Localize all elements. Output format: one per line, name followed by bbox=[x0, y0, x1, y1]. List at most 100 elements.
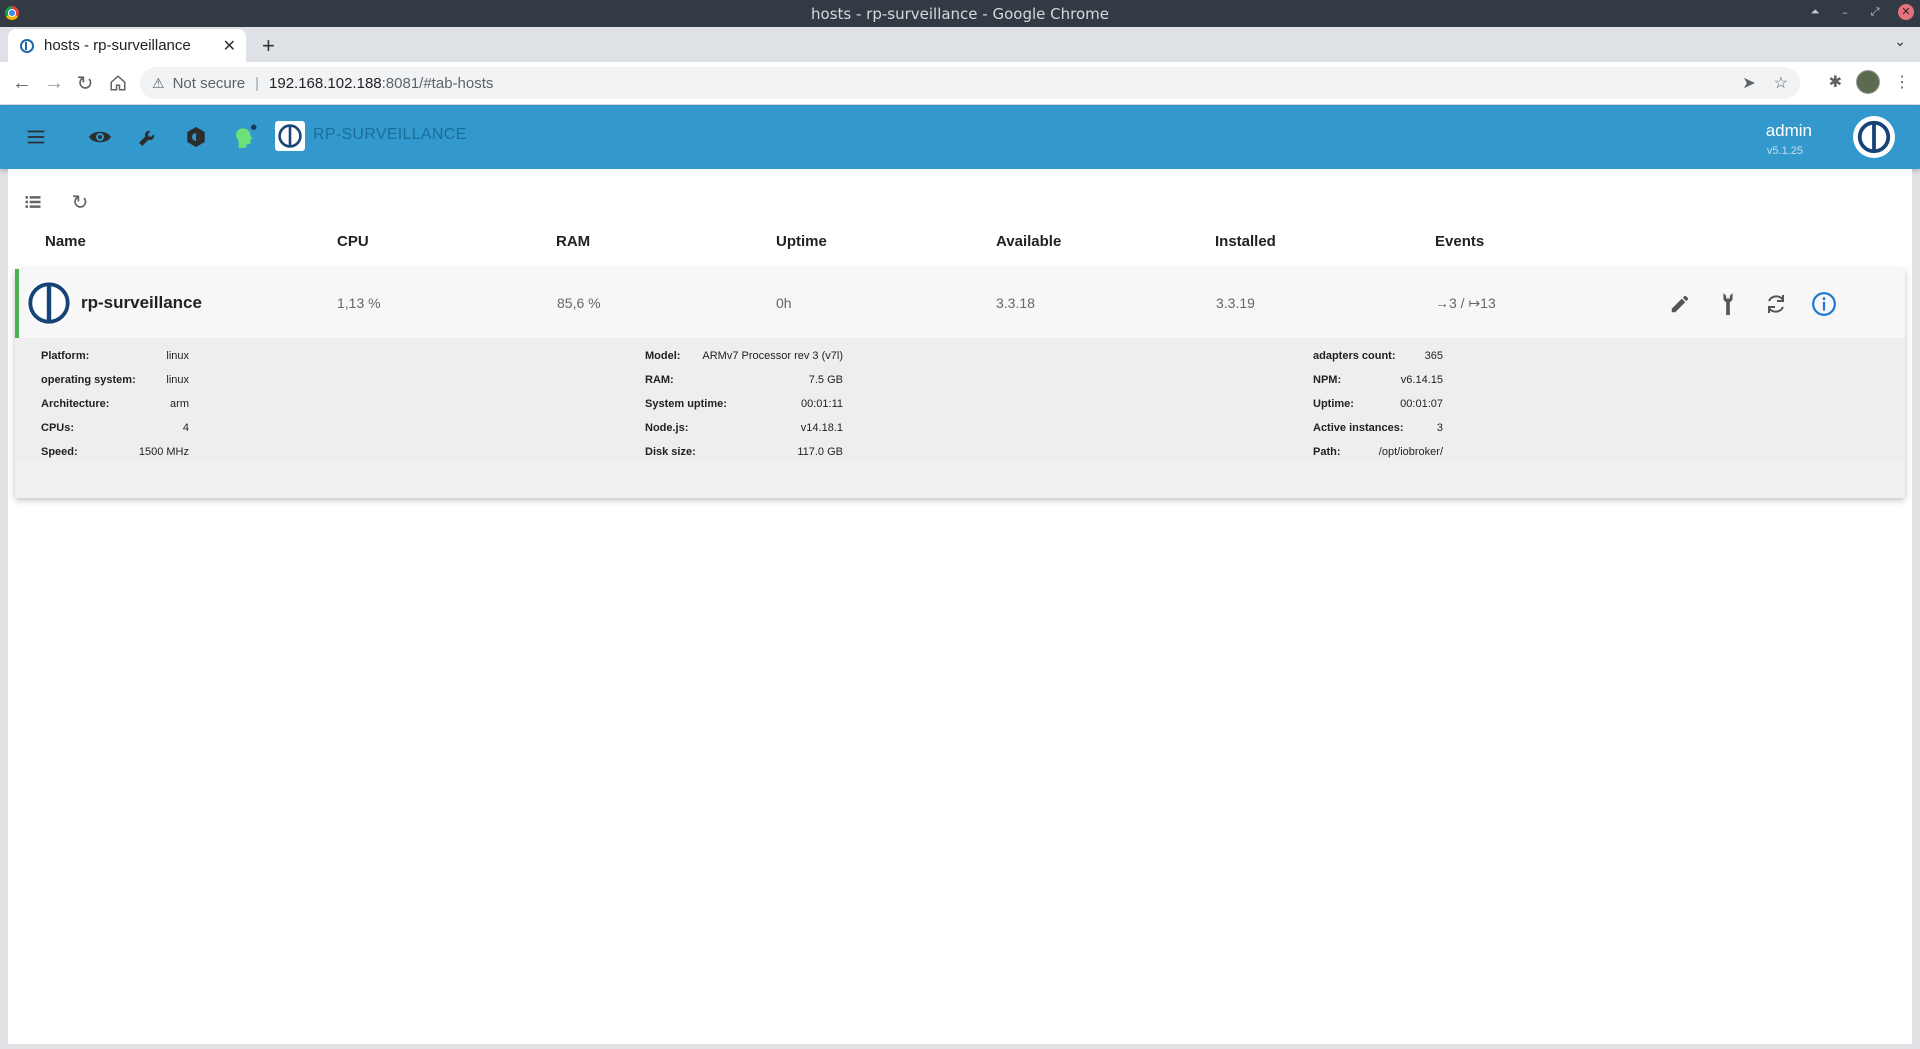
detail-key: Uptime: bbox=[1313, 398, 1354, 410]
detail-key: NPM: bbox=[1313, 374, 1342, 386]
col-name: Name bbox=[45, 233, 86, 250]
bookmark-star-icon[interactable]: ☆ bbox=[1774, 73, 1788, 93]
extensions-icon[interactable]: ✱ bbox=[1829, 72, 1842, 92]
table-header: Name CPU RAM Uptime Available Installed … bbox=[8, 233, 1912, 257]
detail-row: Uptime: 00:01:07 bbox=[1313, 398, 1443, 422]
detail-row: Disk size: 117.0 GB bbox=[645, 446, 843, 470]
table-row[interactable]: rp-surveillance 1,13 % 85,6 % 0h 3.3.18 … bbox=[15, 269, 1905, 338]
chrome-icon bbox=[5, 6, 19, 20]
host-uptime: 0h bbox=[776, 295, 792, 311]
detail-value: linux bbox=[166, 374, 189, 386]
col-ram: RAM bbox=[556, 233, 591, 250]
detail-key: adapters count: bbox=[1313, 350, 1396, 362]
menu-icon[interactable] bbox=[22, 123, 50, 151]
detail-row: Speed: 1500 MHz bbox=[41, 446, 189, 470]
app-logo bbox=[275, 121, 305, 151]
hosts-page: ↻ Name CPU RAM Uptime Available Installe… bbox=[8, 169, 1912, 1044]
detail-value: 00:01:11 bbox=[800, 398, 843, 410]
warning-icon[interactable]: ⚠ bbox=[152, 75, 165, 92]
detail-key: Architecture: bbox=[41, 398, 110, 410]
url-host: 192.168.102.188 bbox=[269, 74, 382, 92]
detail-value: ARMv7 Processor rev 3 (v7l) bbox=[702, 350, 843, 362]
refresh-icon[interactable]: ↻ bbox=[67, 189, 93, 215]
detail-value: 3 bbox=[1436, 422, 1443, 434]
col-available: Available bbox=[996, 233, 1062, 250]
detail-row: Active instances: 3 bbox=[1313, 422, 1443, 446]
col-installed: Installed bbox=[1215, 233, 1276, 250]
detail-row: adapters count: 365 bbox=[1313, 350, 1443, 374]
eye-icon[interactable] bbox=[86, 123, 114, 151]
browser-toolbar: ← → ↻ ⚠ Not secure | 192.168.102.188:808… bbox=[0, 62, 1920, 105]
detail-key: Platform: bbox=[41, 350, 90, 362]
tab-search-chevron-icon[interactable]: ⌄ bbox=[1894, 33, 1906, 50]
details-col-1: Platform: linux operating system: linux Ar… bbox=[41, 350, 189, 470]
detail-value: 00:01:07 bbox=[1400, 398, 1443, 410]
host-wrench-icon[interactable] bbox=[1714, 290, 1742, 318]
col-cpu: CPU bbox=[337, 233, 369, 250]
window-shade-icon[interactable]: ⏶ bbox=[1808, 5, 1822, 19]
wrench-icon[interactable] bbox=[134, 123, 162, 151]
home-icon[interactable] bbox=[105, 70, 131, 96]
address-bar[interactable]: ⚠ Not secure | 192.168.102.188:8081/#tab… bbox=[140, 67, 1800, 99]
host-logo bbox=[27, 281, 71, 325]
detail-key: Active instances: bbox=[1313, 422, 1404, 434]
window-close-icon[interactable]: ✕ bbox=[1898, 4, 1914, 20]
send-icon[interactable]: ➤ bbox=[1742, 73, 1755, 93]
detail-key: Model: bbox=[645, 350, 681, 362]
host-ram: 85,6 % bbox=[557, 295, 601, 311]
user-logo[interactable] bbox=[1853, 116, 1895, 158]
window-minimize-icon[interactable]: – bbox=[1838, 6, 1852, 19]
window-title: hosts - rp-surveillance - Google Chrome bbox=[811, 4, 1109, 23]
detail-key: Node.js: bbox=[645, 422, 689, 434]
security-label[interactable]: Not secure bbox=[173, 75, 246, 92]
details-col-3: adapters count: 365 NPM: v6.14.15 Uptime: 0… bbox=[1313, 350, 1443, 470]
host-card: rp-surveillance 1,13 % 85,6 % 0h 3.3.18 … bbox=[15, 269, 1905, 498]
detail-value: 117.0 GB bbox=[797, 446, 843, 458]
tab-favicon bbox=[20, 38, 34, 53]
detail-key: Speed: bbox=[41, 446, 78, 458]
col-events: Events bbox=[1435, 233, 1485, 250]
detail-row: Platform: linux bbox=[41, 350, 189, 374]
forward-icon[interactable]: → bbox=[41, 70, 67, 96]
col-uptime: Uptime bbox=[776, 233, 827, 250]
separator: | bbox=[255, 74, 260, 92]
detail-value: 365 bbox=[1424, 350, 1443, 362]
detail-value: /opt/iobroker/ bbox=[1378, 446, 1443, 458]
host-available: 3.3.18 bbox=[996, 295, 1035, 311]
detail-row: NPM: v6.14.15 bbox=[1313, 374, 1443, 398]
detail-key: System uptime: bbox=[645, 398, 727, 410]
browser-tab[interactable]: hosts - rp-surveillance ✕ bbox=[8, 29, 246, 62]
url-path: :8081/#tab-hosts bbox=[381, 74, 494, 92]
user-name[interactable]: admin bbox=[1766, 121, 1812, 141]
tab-strip: hosts - rp-surveillance ✕ + ⌄ bbox=[0, 27, 1920, 62]
host-details: Platform: linux operating system: linux Ar… bbox=[15, 338, 1905, 460]
info-icon[interactable] bbox=[1810, 290, 1838, 318]
host-refresh-icon[interactable] bbox=[1762, 290, 1790, 318]
host-cpu: 1,13 % bbox=[337, 295, 381, 311]
detail-key: Disk size: bbox=[645, 446, 696, 458]
window-controls: ⏶ – ⤢ ✕ bbox=[1808, 4, 1914, 20]
status-head-icon[interactable] bbox=[230, 123, 258, 151]
list-view-icon[interactable] bbox=[20, 189, 46, 215]
more-menu-icon[interactable]: ⋮ bbox=[1894, 72, 1910, 92]
window-maximize-icon[interactable]: ⤢ bbox=[1868, 5, 1882, 19]
detail-key: operating system: bbox=[41, 374, 136, 386]
detail-key: RAM: bbox=[645, 374, 674, 386]
detail-row: Architecture: arm bbox=[41, 398, 189, 422]
tab-close-icon[interactable]: ✕ bbox=[223, 36, 236, 56]
detail-value: arm bbox=[170, 398, 189, 410]
detail-row: Node.js: v14.18.1 bbox=[645, 422, 843, 446]
new-tab-icon[interactable]: + bbox=[262, 33, 275, 59]
edit-icon[interactable] bbox=[1666, 290, 1694, 318]
detail-row: Model: ARMv7 Processor rev 3 (v7l) bbox=[645, 350, 843, 374]
reload-icon[interactable]: ↻ bbox=[72, 70, 98, 96]
detail-key: CPUs: bbox=[41, 422, 75, 434]
detail-value: v14.18.1 bbox=[800, 422, 843, 434]
back-icon[interactable]: ← bbox=[9, 70, 35, 96]
detail-value: linux bbox=[166, 350, 189, 362]
detail-value: 4 bbox=[182, 422, 189, 434]
tab-title: hosts - rp-surveillance bbox=[44, 37, 191, 54]
settings-icon[interactable] bbox=[182, 123, 210, 151]
profile-avatar[interactable] bbox=[1856, 70, 1880, 94]
detail-value: v6.14.15 bbox=[1400, 374, 1443, 386]
